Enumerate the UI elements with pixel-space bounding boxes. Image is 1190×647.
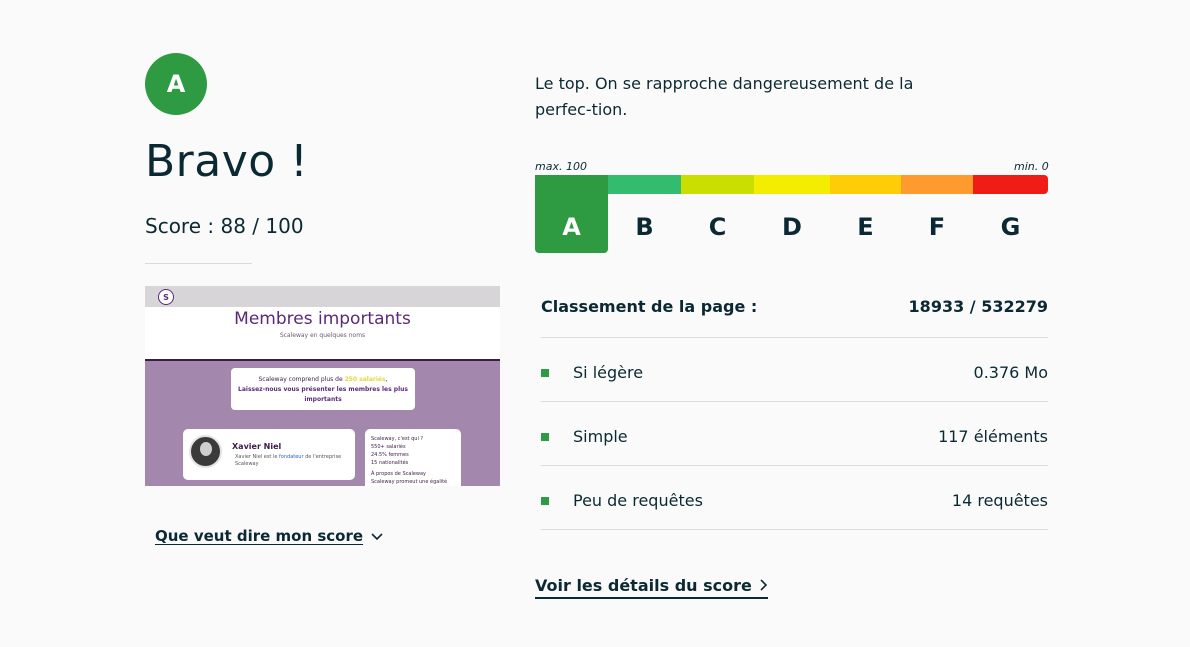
grade-label-c: C bbox=[708, 213, 727, 241]
preview-info-title: Scaleway, c'est qui ? bbox=[371, 436, 424, 442]
preview-desc-link: fondateur bbox=[279, 454, 304, 460]
grade-segment-e bbox=[830, 175, 901, 194]
metric-value: 117 éléments bbox=[938, 427, 1048, 446]
grade-badge: A bbox=[145, 53, 207, 115]
grade-scale: A B C D E F G bbox=[535, 175, 1048, 253]
square-bullet-icon bbox=[541, 497, 549, 505]
grade-label-f: F bbox=[928, 213, 946, 241]
preview-header: Membres importants Scaleway en quelques … bbox=[145, 307, 500, 361]
metric-row-complexity: Simple 117 éléments bbox=[541, 402, 1048, 466]
preview-intro-line3: importants bbox=[304, 396, 342, 403]
preview-intro-text: Scaleway comprend plus de bbox=[258, 376, 345, 383]
preview-info-card: Scaleway, c'est qui ? 550+ salariés 24.5… bbox=[365, 429, 461, 486]
score-explanation-label: Que veut dire mon score bbox=[155, 527, 364, 545]
page-title: Bravo ! bbox=[145, 136, 309, 187]
page-screenshot-preview: S Membres importants Scaleway en quelque… bbox=[145, 286, 500, 486]
scaleway-logo-icon: S bbox=[158, 289, 174, 305]
metric-row-weight: Si légère 0.376 Mo bbox=[541, 338, 1048, 402]
square-bullet-icon bbox=[541, 433, 549, 441]
grade-description: Le top. On se rapproche dangereusement d… bbox=[535, 74, 914, 119]
scale-max-label: max. 100 bbox=[535, 160, 587, 173]
metric-row-requests: Peu de requêtes 14 requêtes bbox=[541, 466, 1048, 530]
avatar bbox=[189, 435, 222, 468]
preview-person-card: Xavier Niel Xavier Niel est le fondateur… bbox=[183, 429, 355, 480]
scale-min-label: min. 0 bbox=[1014, 160, 1049, 173]
preview-info-line: Scaleway promeut une égalité des bbox=[371, 479, 448, 485]
ranking-label: Classement de la page : bbox=[541, 297, 758, 316]
preview-person-desc: Xavier Niel est le fondateur de l'entrep… bbox=[235, 454, 345, 468]
chevron-down-icon bbox=[371, 527, 383, 545]
grade-label-a: A bbox=[562, 213, 581, 241]
score-details-link[interactable]: Voir les détails du score bbox=[535, 576, 768, 599]
preview-person-name: Xavier Niel bbox=[232, 442, 282, 451]
metric-value: 0.376 Mo bbox=[973, 363, 1048, 382]
metric-label: Peu de requêtes bbox=[573, 491, 703, 510]
preview-intro-highlight: 250 salariés bbox=[344, 376, 386, 383]
metric-label: Si légère bbox=[573, 363, 644, 382]
grade-segment-d bbox=[754, 175, 830, 194]
preview-intro-suffix: , bbox=[385, 376, 388, 383]
preview-intro-line2: Laissez-nous vous présenter les membres … bbox=[238, 386, 408, 393]
grade-label-b: B bbox=[635, 213, 654, 241]
preview-info-line: 15 nationalités bbox=[371, 460, 409, 466]
metric-value: 14 requêtes bbox=[951, 491, 1048, 510]
preview-desc-prefix: Xavier Niel est le bbox=[235, 454, 280, 460]
grade-segment-c bbox=[681, 175, 754, 194]
score-explanation-link[interactable]: Que veut dire mon score bbox=[155, 527, 383, 545]
grade-label-d: D bbox=[782, 213, 802, 241]
preview-info-line: 550+ salariés bbox=[371, 444, 406, 450]
preview-info-line: 24.5% femmes bbox=[371, 452, 409, 458]
preview-topbar: S bbox=[145, 286, 500, 307]
grade-segment-g bbox=[973, 175, 1048, 194]
preview-subtitle: Scaleway en quelques noms bbox=[279, 332, 366, 339]
score-text: Score : 88 / 100 bbox=[145, 214, 304, 238]
preview-info-line: À propos de Scaleway bbox=[371, 471, 427, 477]
chevron-right-icon bbox=[760, 576, 768, 595]
divider bbox=[145, 263, 252, 264]
metric-label: Simple bbox=[573, 427, 628, 446]
grade-label-e: E bbox=[857, 213, 874, 241]
grade-segment-f bbox=[901, 175, 973, 194]
grade-segment-b bbox=[608, 175, 681, 194]
page-ranking: Classement de la page : 18933 / 532279 bbox=[541, 288, 1048, 338]
grade-label-g: G bbox=[1000, 213, 1021, 241]
score-details-label: Voir les détails du score bbox=[535, 576, 752, 595]
ranking-value: 18933 / 532279 bbox=[908, 297, 1048, 316]
square-bullet-icon bbox=[541, 369, 549, 377]
preview-intro-card: Scaleway comprend plus de 250 salariés, … bbox=[231, 368, 415, 410]
preview-title: Membres importants bbox=[234, 309, 411, 329]
